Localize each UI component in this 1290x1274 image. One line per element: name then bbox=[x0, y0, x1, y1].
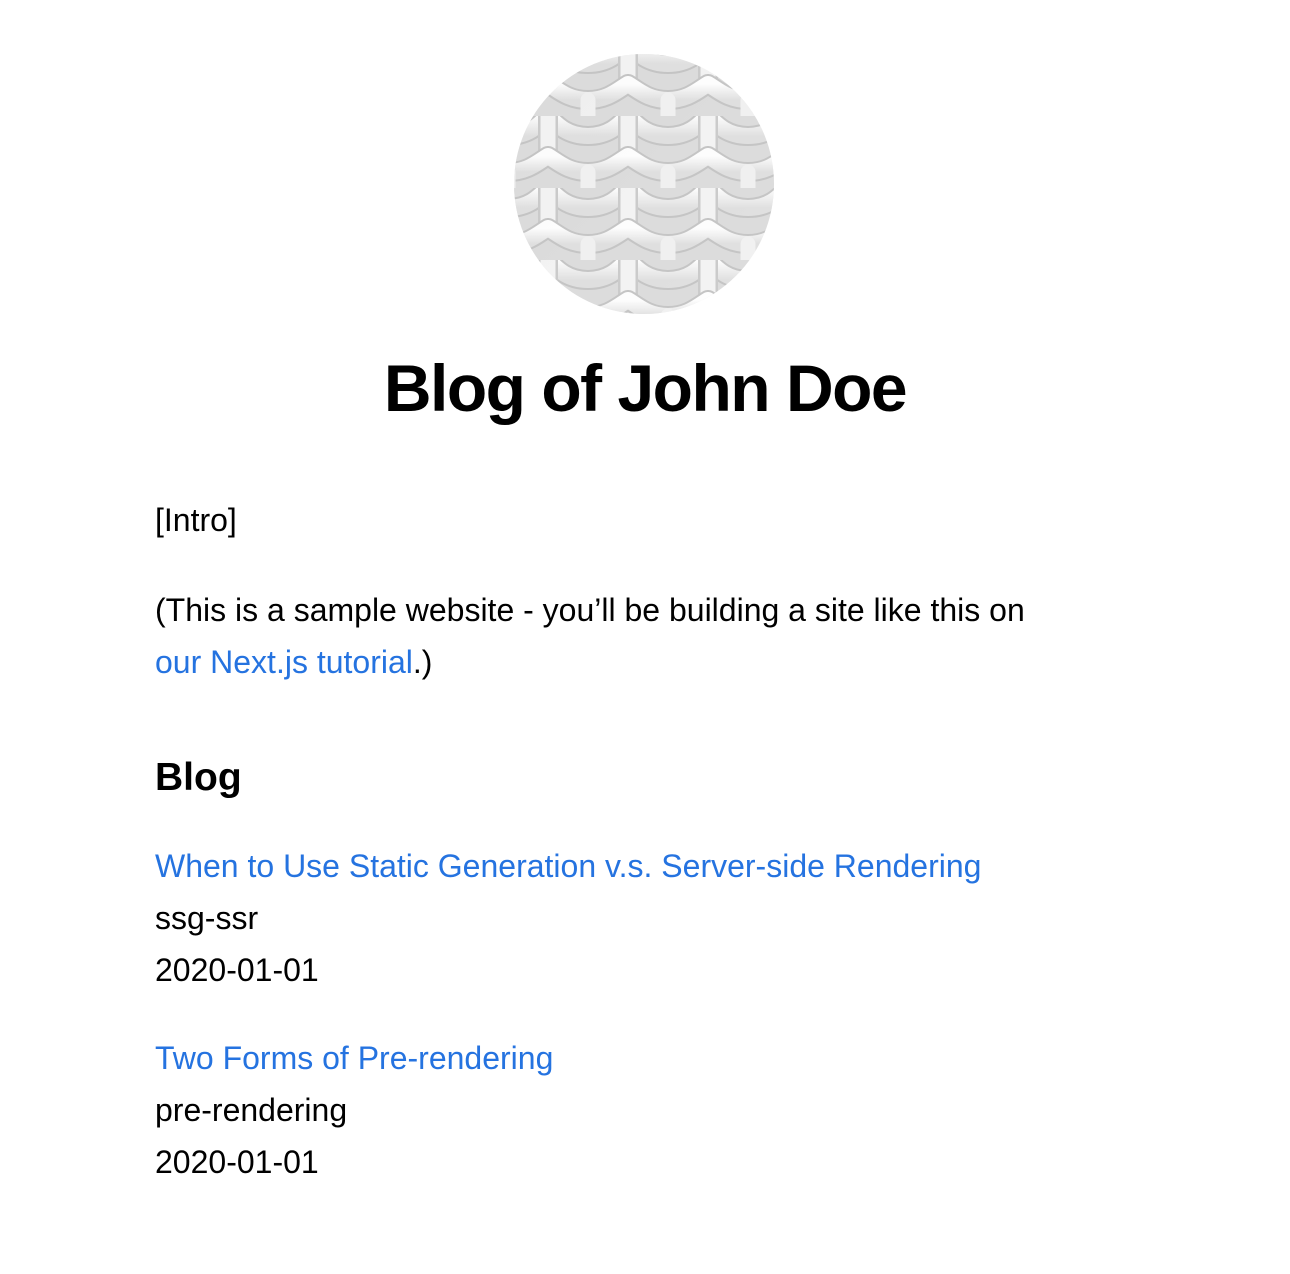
post-id: ssg-ssr bbox=[155, 900, 259, 936]
intro-text: [Intro] bbox=[155, 502, 237, 538]
sample-note: (This is a sample website - you’ll be bu… bbox=[155, 584, 1135, 688]
blog-post-item: When to Use Static Generation v.s. Serve… bbox=[155, 840, 1135, 996]
sample-note-suffix: .) bbox=[412, 644, 433, 680]
sample-note-text: (This is a sample website - you’ll be bu… bbox=[155, 592, 1025, 628]
site-title: Blog of John Doe bbox=[383, 351, 908, 425]
post-title-link[interactable]: When to Use Static Generation v.s. Serve… bbox=[155, 840, 1135, 892]
blog-post-list: When to Use Static Generation v.s. Serve… bbox=[155, 840, 1135, 1224]
post-title-link[interactable]: Two Forms of Pre-rendering bbox=[155, 1032, 1135, 1084]
blog-section-title: Blog bbox=[155, 756, 242, 799]
blog-post-item: Two Forms of Pre-rendering pre-rendering… bbox=[155, 1032, 1135, 1188]
woven-pattern-image bbox=[514, 54, 774, 314]
profile-avatar bbox=[514, 54, 774, 314]
post-id: pre-rendering bbox=[155, 1092, 348, 1128]
post-date: 2020-01-01 bbox=[155, 952, 319, 988]
post-date: 2020-01-01 bbox=[155, 1144, 319, 1180]
nextjs-tutorial-link[interactable]: our Next.js tutorial bbox=[155, 644, 413, 680]
